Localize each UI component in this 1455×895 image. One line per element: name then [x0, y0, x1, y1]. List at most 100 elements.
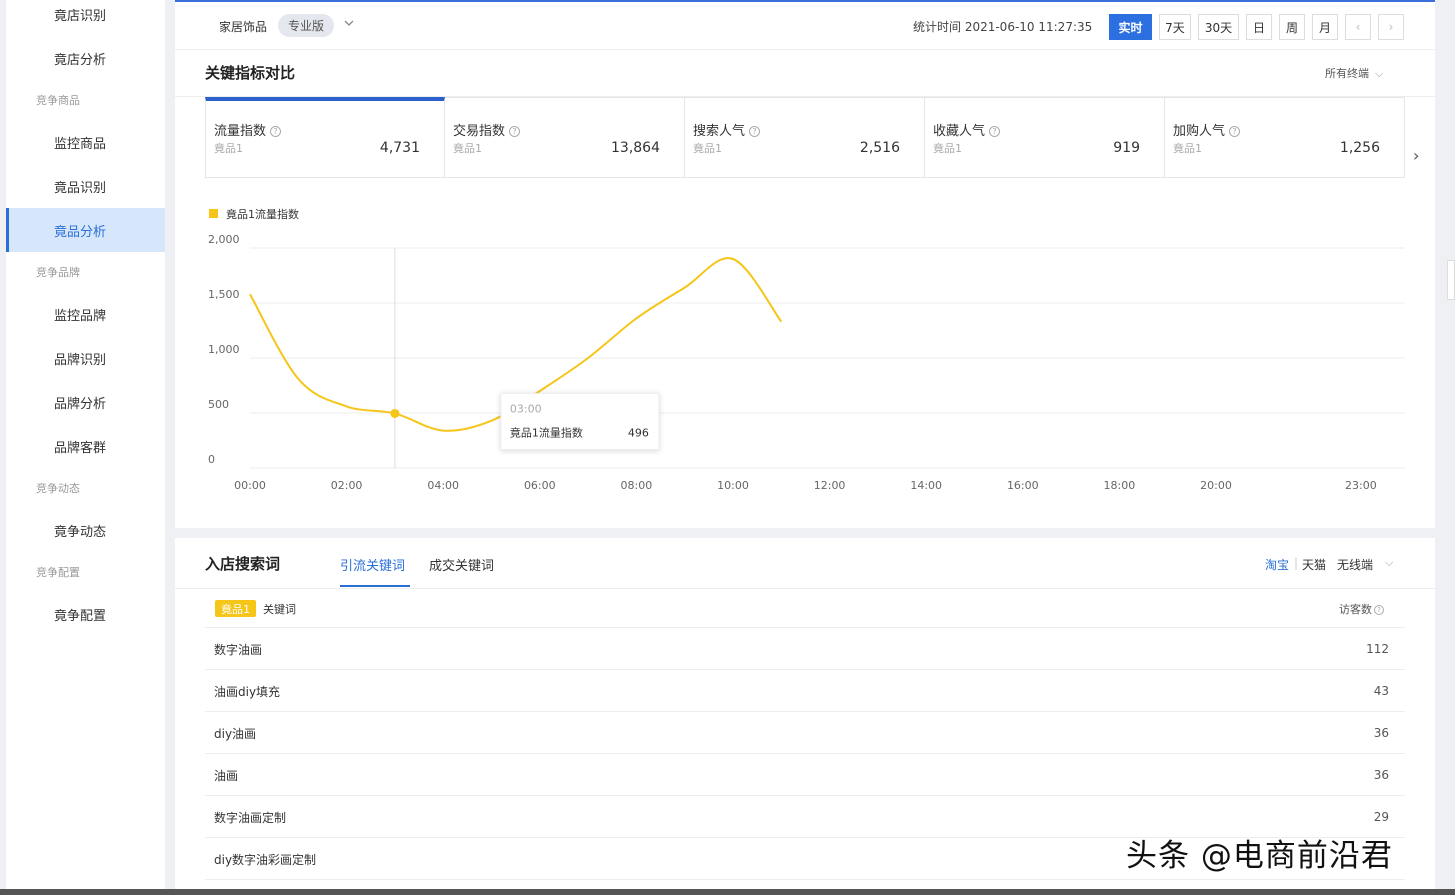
visitors-cell: 36: [1373, 768, 1389, 782]
chevron-right-icon[interactable]: ›: [1413, 146, 1419, 165]
x-tick-label: 20:00: [1200, 479, 1232, 492]
col-visitors-header: 访客数?: [1339, 601, 1384, 617]
chevron-down-icon[interactable]: ⌵: [1385, 556, 1393, 570]
col-visitors-label: 访客数: [1339, 603, 1372, 616]
metric-value: 2,516: [859, 140, 900, 156]
search-words-title: 入店搜索词: [205, 555, 281, 573]
competitor-tag: 竟品1: [215, 600, 256, 617]
table-row[interactable]: 油画diy填充 43: [205, 670, 1405, 712]
x-tick-label: 04:00: [427, 479, 459, 492]
sidebar-item-brand-identify[interactable]: 品牌识别: [6, 336, 165, 380]
metric-add-cart[interactable]: 加购人气? 竟品1 1,256: [1165, 97, 1405, 178]
question-icon[interactable]: ?: [749, 126, 761, 137]
tab-deal-keywords[interactable]: 成交关键词: [429, 555, 494, 574]
platform-separator: |: [1294, 556, 1299, 570]
metric-value: 13,864: [611, 140, 660, 156]
x-tick-label: 18:00: [1104, 479, 1136, 492]
metric-favorites[interactable]: 收藏人气? 竟品1 919: [925, 97, 1165, 178]
key-metrics-title: 关键指标对比: [205, 64, 296, 82]
terminal-select[interactable]: 所有终端 ⌵: [1325, 65, 1383, 81]
side-scroll-handle[interactable]: [1447, 260, 1455, 300]
range-realtime-button[interactable]: 实时: [1109, 14, 1152, 40]
platform-taobao[interactable]: 淘宝: [1265, 556, 1289, 573]
edition-badge[interactable]: 专业版: [278, 14, 334, 37]
tooltip-value: 496: [628, 426, 649, 439]
metric-sub: 竟品1: [1173, 142, 1202, 155]
sidebar-item-brand-analysis[interactable]: 品牌分析: [6, 380, 165, 424]
sidebar-group-dynamics: 竞争动态: [36, 482, 80, 495]
metric-name: 搜索人气: [693, 124, 746, 139]
range-day-button[interactable]: 日: [1246, 14, 1272, 40]
metric-traffic[interactable]: 流量指数? 竟品1 4,731: [205, 97, 445, 178]
table-row[interactable]: diy油画 36: [205, 712, 1405, 754]
question-icon[interactable]: ?: [1374, 605, 1384, 615]
sidebar-item-config[interactable]: 竟争配置: [6, 592, 165, 636]
table-row[interactable]: 数字油画 112: [205, 628, 1405, 670]
legend-label: 竟品1流量指数: [226, 207, 299, 221]
metric-value: 1,256: [1339, 140, 1380, 156]
metric-sub: 竟品1: [214, 142, 243, 155]
range-7d-button[interactable]: 7天: [1159, 14, 1191, 40]
top-bar: 家居饰品 专业版 统计时间 2021-06-10 11:27:35 实时 7天 …: [175, 0, 1435, 49]
y-tick-label: 500: [208, 398, 229, 411]
x-tick-label: 06:00: [524, 479, 556, 492]
table-row[interactable]: 油画 36: [205, 754, 1405, 796]
question-icon[interactable]: ?: [270, 126, 282, 137]
platform-tmall[interactable]: 天猫: [1302, 556, 1326, 573]
sidebar-group-brand: 竞争品牌: [36, 266, 80, 279]
visitors-cell: 36: [1373, 726, 1389, 740]
x-tick-label: 02:00: [331, 479, 363, 492]
bottom-strip: [0, 889, 1455, 895]
prev-period-button[interactable]: ‹: [1345, 14, 1371, 40]
chevron-down-icon[interactable]: [343, 17, 355, 32]
x-tick-label: 00:00: [234, 479, 266, 492]
sidebar-item-store-identify[interactable]: 竟店识别: [6, 0, 165, 36]
keyword-cell: 油画diy填充: [214, 685, 281, 699]
x-tick-label: 23:00: [1345, 479, 1377, 492]
metric-sub: 竟品1: [453, 142, 482, 155]
legend-swatch: [209, 209, 218, 218]
sidebar-item-monitor-brand[interactable]: 监控品牌: [6, 292, 165, 336]
sidebar-item-brand-audience[interactable]: 品牌客群: [6, 424, 165, 468]
metric-name: 加购人气: [1173, 124, 1226, 139]
keyword-cell: diy油画: [214, 727, 257, 741]
visitors-cell: 112: [1366, 642, 1389, 656]
visitors-cell: 29: [1373, 810, 1389, 824]
sidebar-group-config: 竞争配置: [36, 566, 80, 579]
col-keyword-header: 关键词: [263, 603, 296, 616]
y-tick-label: 1,500: [208, 288, 240, 301]
range-30d-button[interactable]: 30天: [1198, 14, 1239, 40]
range-month-button[interactable]: 月: [1312, 14, 1338, 40]
x-tick-label: 10:00: [717, 479, 749, 492]
watermark: 头条 @电商前沿君: [1126, 838, 1393, 874]
metric-search[interactable]: 搜索人气? 竟品1 2,516: [685, 97, 925, 178]
range-week-button[interactable]: 周: [1279, 14, 1305, 40]
metric-value: 919: [1113, 140, 1140, 156]
tab-traffic-keywords[interactable]: 引流关键词: [340, 555, 405, 574]
x-tick-label: 14:00: [910, 479, 942, 492]
keyword-cell: diy数字油彩画定制: [214, 853, 317, 867]
x-tick-label: 16:00: [1007, 479, 1039, 492]
tooltip-time: 03:00: [510, 402, 542, 415]
sidebar-item-store-analysis[interactable]: 竟店分析: [6, 36, 165, 80]
sidebar-item-goods-analysis[interactable]: 竟品分析: [6, 208, 165, 252]
terminal-wireless-select[interactable]: 无线端: [1337, 556, 1373, 573]
y-tick-label: 0: [208, 453, 215, 466]
question-icon[interactable]: ?: [509, 126, 521, 137]
question-icon[interactable]: ?: [989, 126, 1001, 137]
tab-underline: [340, 585, 410, 587]
stat-time: 统计时间 2021-06-10 11:27:35: [913, 20, 1093, 34]
chart-svg: 竟品1流量指数 0 500 1,000 1,500 2,000 00:00 02:00 04:0…: [208, 207, 1405, 492]
y-tick-label: 2,000: [208, 233, 240, 246]
metric-name: 收藏人气: [933, 124, 986, 139]
sidebar-item-dynamics[interactable]: 竟争动态: [6, 508, 165, 552]
sidebar-item-monitor-goods[interactable]: 监控商品: [6, 120, 165, 164]
metric-trade[interactable]: 交易指数? 竟品1 13,864: [445, 97, 685, 178]
divider: [175, 588, 1435, 589]
visitors-cell: 43: [1373, 684, 1389, 698]
sidebar-item-goods-identify[interactable]: 竟品识别: [6, 164, 165, 208]
next-period-button[interactable]: ›: [1378, 14, 1404, 40]
key-metrics-card: 关键指标对比 所有终端 ⌵ 流量指数? 竟品1 4,731 交易指数? 竟品1 1…: [175, 50, 1435, 528]
category-label: 家居饰品: [219, 20, 268, 34]
question-icon[interactable]: ?: [1229, 126, 1241, 137]
